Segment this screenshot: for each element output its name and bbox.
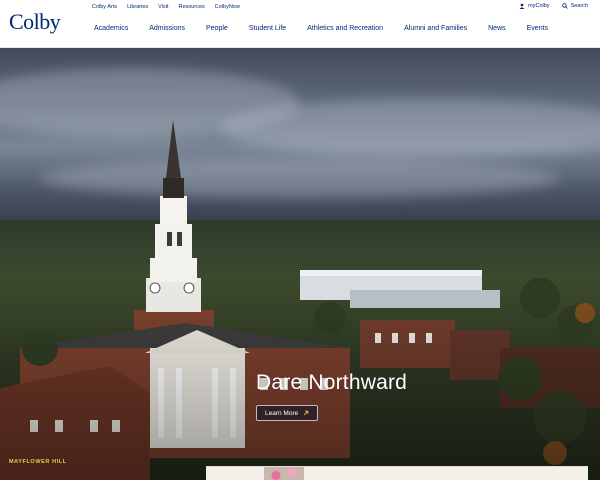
nav-events[interactable]: Events [527,25,548,32]
util-link-libraries[interactable]: Libraries [127,4,148,10]
learn-more-label: Learn More [265,409,299,417]
nav-academics[interactable]: Academics [94,25,128,32]
preview-image [264,467,304,480]
search-icon [561,3,568,9]
nav-alumni[interactable]: Alumni and Families [404,25,467,32]
util-link-arts[interactable]: Colby Arts [92,4,117,10]
colby-logo[interactable]: Colby [9,9,61,35]
user-icon [519,3,525,9]
util-link-colbynow[interactable]: ColbyNow [215,4,240,10]
util-link-visit[interactable]: Visit [158,4,168,10]
hero-banner: Dare Northward Learn More MAYFLOWER HILL [0,48,600,480]
nav-people[interactable]: People [206,25,228,32]
external-arrow-icon [304,410,309,416]
mycolby-label: myColby [528,3,550,9]
main-nav: Academics Admissions People Student Life… [94,25,548,32]
hero-headline: Dare Northward [256,371,408,394]
site-header: Colby Colby Arts Libraries Visit Resourc… [0,0,600,48]
nav-admissions[interactable]: Admissions [149,25,185,32]
utility-actions: myColby Search [519,3,588,9]
nav-athletics[interactable]: Athletics and Recreation [307,25,383,32]
learn-more-button[interactable]: Learn More [256,405,319,421]
search-label: Search [570,3,588,9]
util-link-resources[interactable]: Resources [178,4,204,10]
photo-caption: MAYFLOWER HILL [9,459,67,465]
utility-nav: Colby Arts Libraries Visit Resources Col… [92,4,240,10]
nav-news[interactable]: News [488,25,506,32]
mycolby-link[interactable]: myColby [519,3,550,9]
nav-student-life[interactable]: Student Life [249,25,286,32]
next-section-preview [206,466,588,480]
search-button[interactable]: Search [561,3,588,9]
